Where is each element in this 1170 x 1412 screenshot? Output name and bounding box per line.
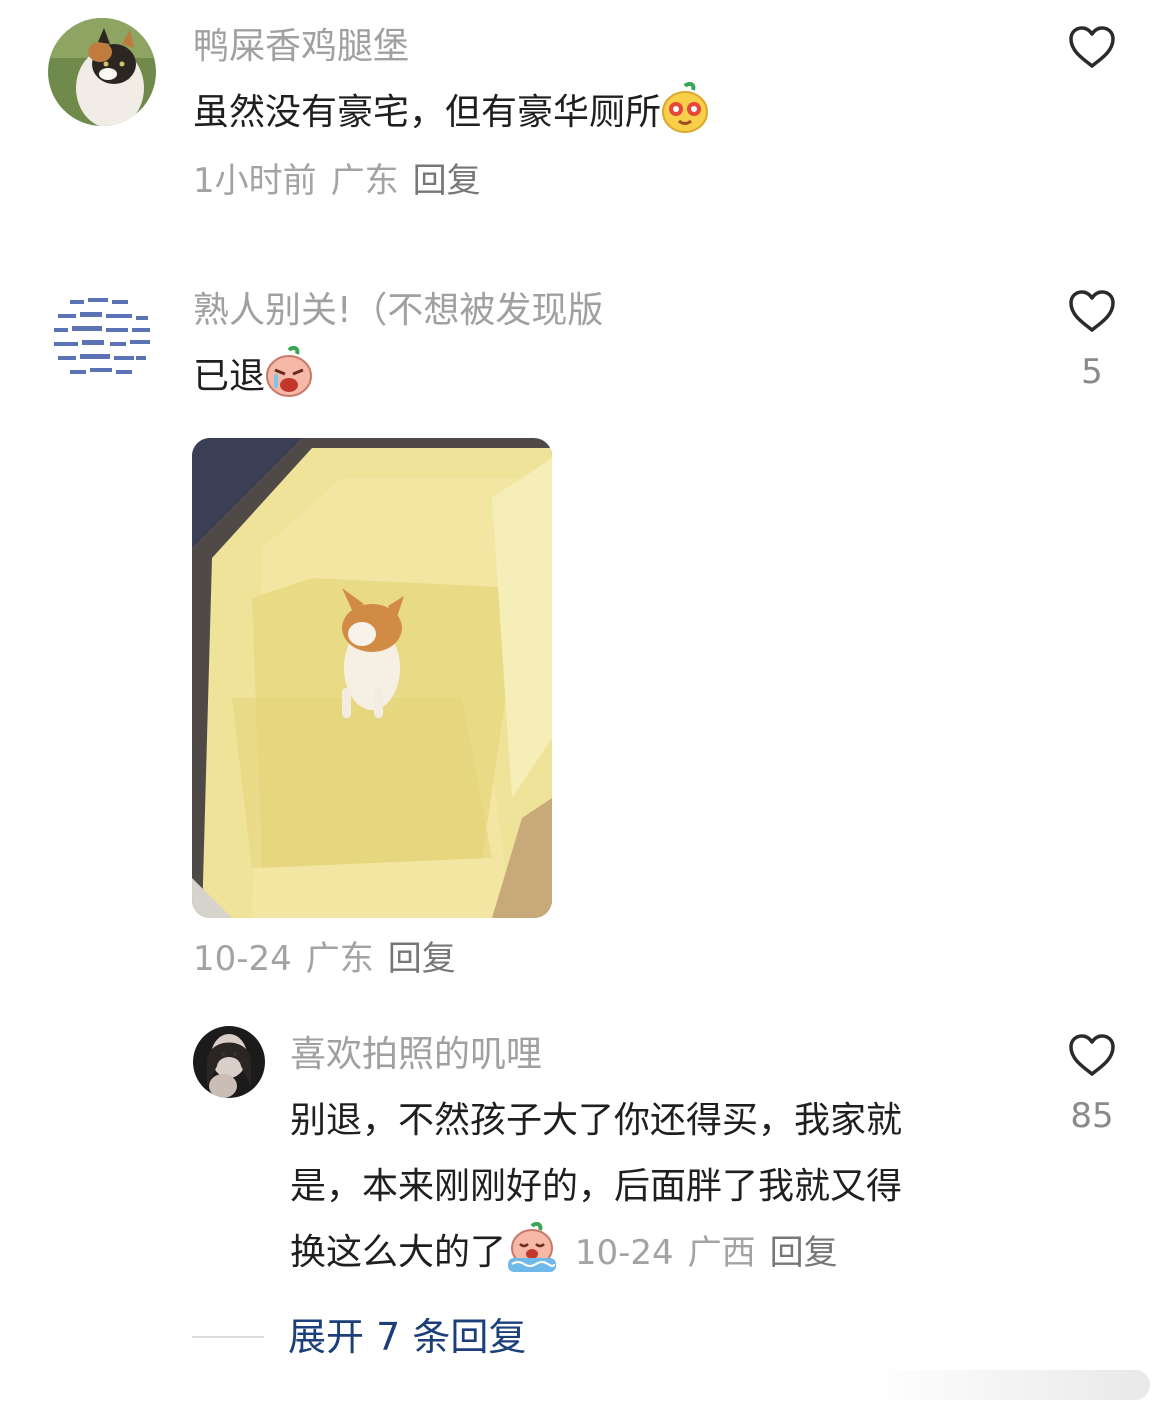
avatar[interactable] <box>48 282 156 390</box>
location: 广东 <box>330 161 399 201</box>
comment-text-body: 虽然没有豪宅，但有豪华厕所 <box>193 92 662 133</box>
like-button[interactable] <box>1052 24 1132 70</box>
comment-1: 鸭屎香鸡腿堡 虽然没有豪宅，但有豪华厕所 1小时前 广东 回复 <box>0 0 1170 230</box>
like-button[interactable]: 5 <box>1052 288 1132 392</box>
reply-button[interactable]: 回复 <box>388 939 456 979</box>
comment-meta: 1小时前 广东 回复 <box>193 159 495 203</box>
like-count: 85 <box>1070 1096 1114 1136</box>
like-count: 5 <box>1081 352 1103 392</box>
username[interactable]: 鸭屎香鸡腿堡 <box>193 25 409 69</box>
comment-photo[interactable] <box>192 438 552 918</box>
divider <box>192 1336 264 1338</box>
yellow-face-emoji <box>661 81 709 134</box>
reply-text-line: 是，本来刚刚好的，后面胖了我就又得 <box>290 1166 903 1207</box>
reply-text-line: 别退，不然孩子大了你还得买，我家就 <box>290 1100 903 1141</box>
reply-comment: 喜欢拍照的叽哩 别退，不然孩子大了你还得买，我家就 是，本来刚刚好的，后面胖了我… <box>0 1020 1170 1290</box>
heart-icon <box>1069 26 1115 68</box>
like-button[interactable]: 85 <box>1052 1032 1132 1136</box>
reply-text-body: 换这么大的了 <box>290 1232 507 1273</box>
username[interactable]: 喜欢拍照的叽哩 <box>290 1033 542 1077</box>
expand-replies-link[interactable]: 展开 7 条回复 <box>288 1312 526 1362</box>
bottom-gradient <box>870 1370 1150 1400</box>
expand-replies[interactable]: 展开 7 条回复 <box>192 1312 792 1362</box>
heart-icon <box>1069 1034 1115 1076</box>
heart-icon <box>1069 290 1115 332</box>
comment-text-body: 已退 <box>193 356 266 397</box>
comment-meta: 10-24 广东 回复 <box>193 937 470 981</box>
location: 广西 <box>687 1233 756 1273</box>
sobbing-face-emoji <box>506 1221 557 1274</box>
timestamp: 10-24 <box>193 939 292 979</box>
location: 广东 <box>305 939 374 979</box>
avatar[interactable] <box>48 18 156 126</box>
reply-meta: 10-24 广西 回复 <box>564 1233 852 1273</box>
reply-button[interactable]: 回复 <box>413 161 481 201</box>
comment-2: 熟人别关!（不想被发现版 已退 5 <box>0 270 1170 990</box>
crying-face-emoji <box>265 345 313 398</box>
reply-text-line: 换这么大的了 10-24 广西 回复 <box>290 1220 1010 1286</box>
reply-text: 别退，不然孩子大了你还得买，我家就 是，本来刚刚好的，后面胖了我就又得 换这么大… <box>290 1088 1010 1286</box>
reply-button[interactable]: 回复 <box>770 1233 838 1273</box>
timestamp: 10-24 <box>574 1233 674 1273</box>
avatar[interactable] <box>193 1026 265 1098</box>
comment-text: 虽然没有豪宅，但有豪华厕所 <box>193 80 709 146</box>
comment-text: 已退 <box>193 344 313 410</box>
timestamp: 1小时前 <box>193 161 317 201</box>
username[interactable]: 熟人别关!（不想被发现版 <box>193 289 603 333</box>
